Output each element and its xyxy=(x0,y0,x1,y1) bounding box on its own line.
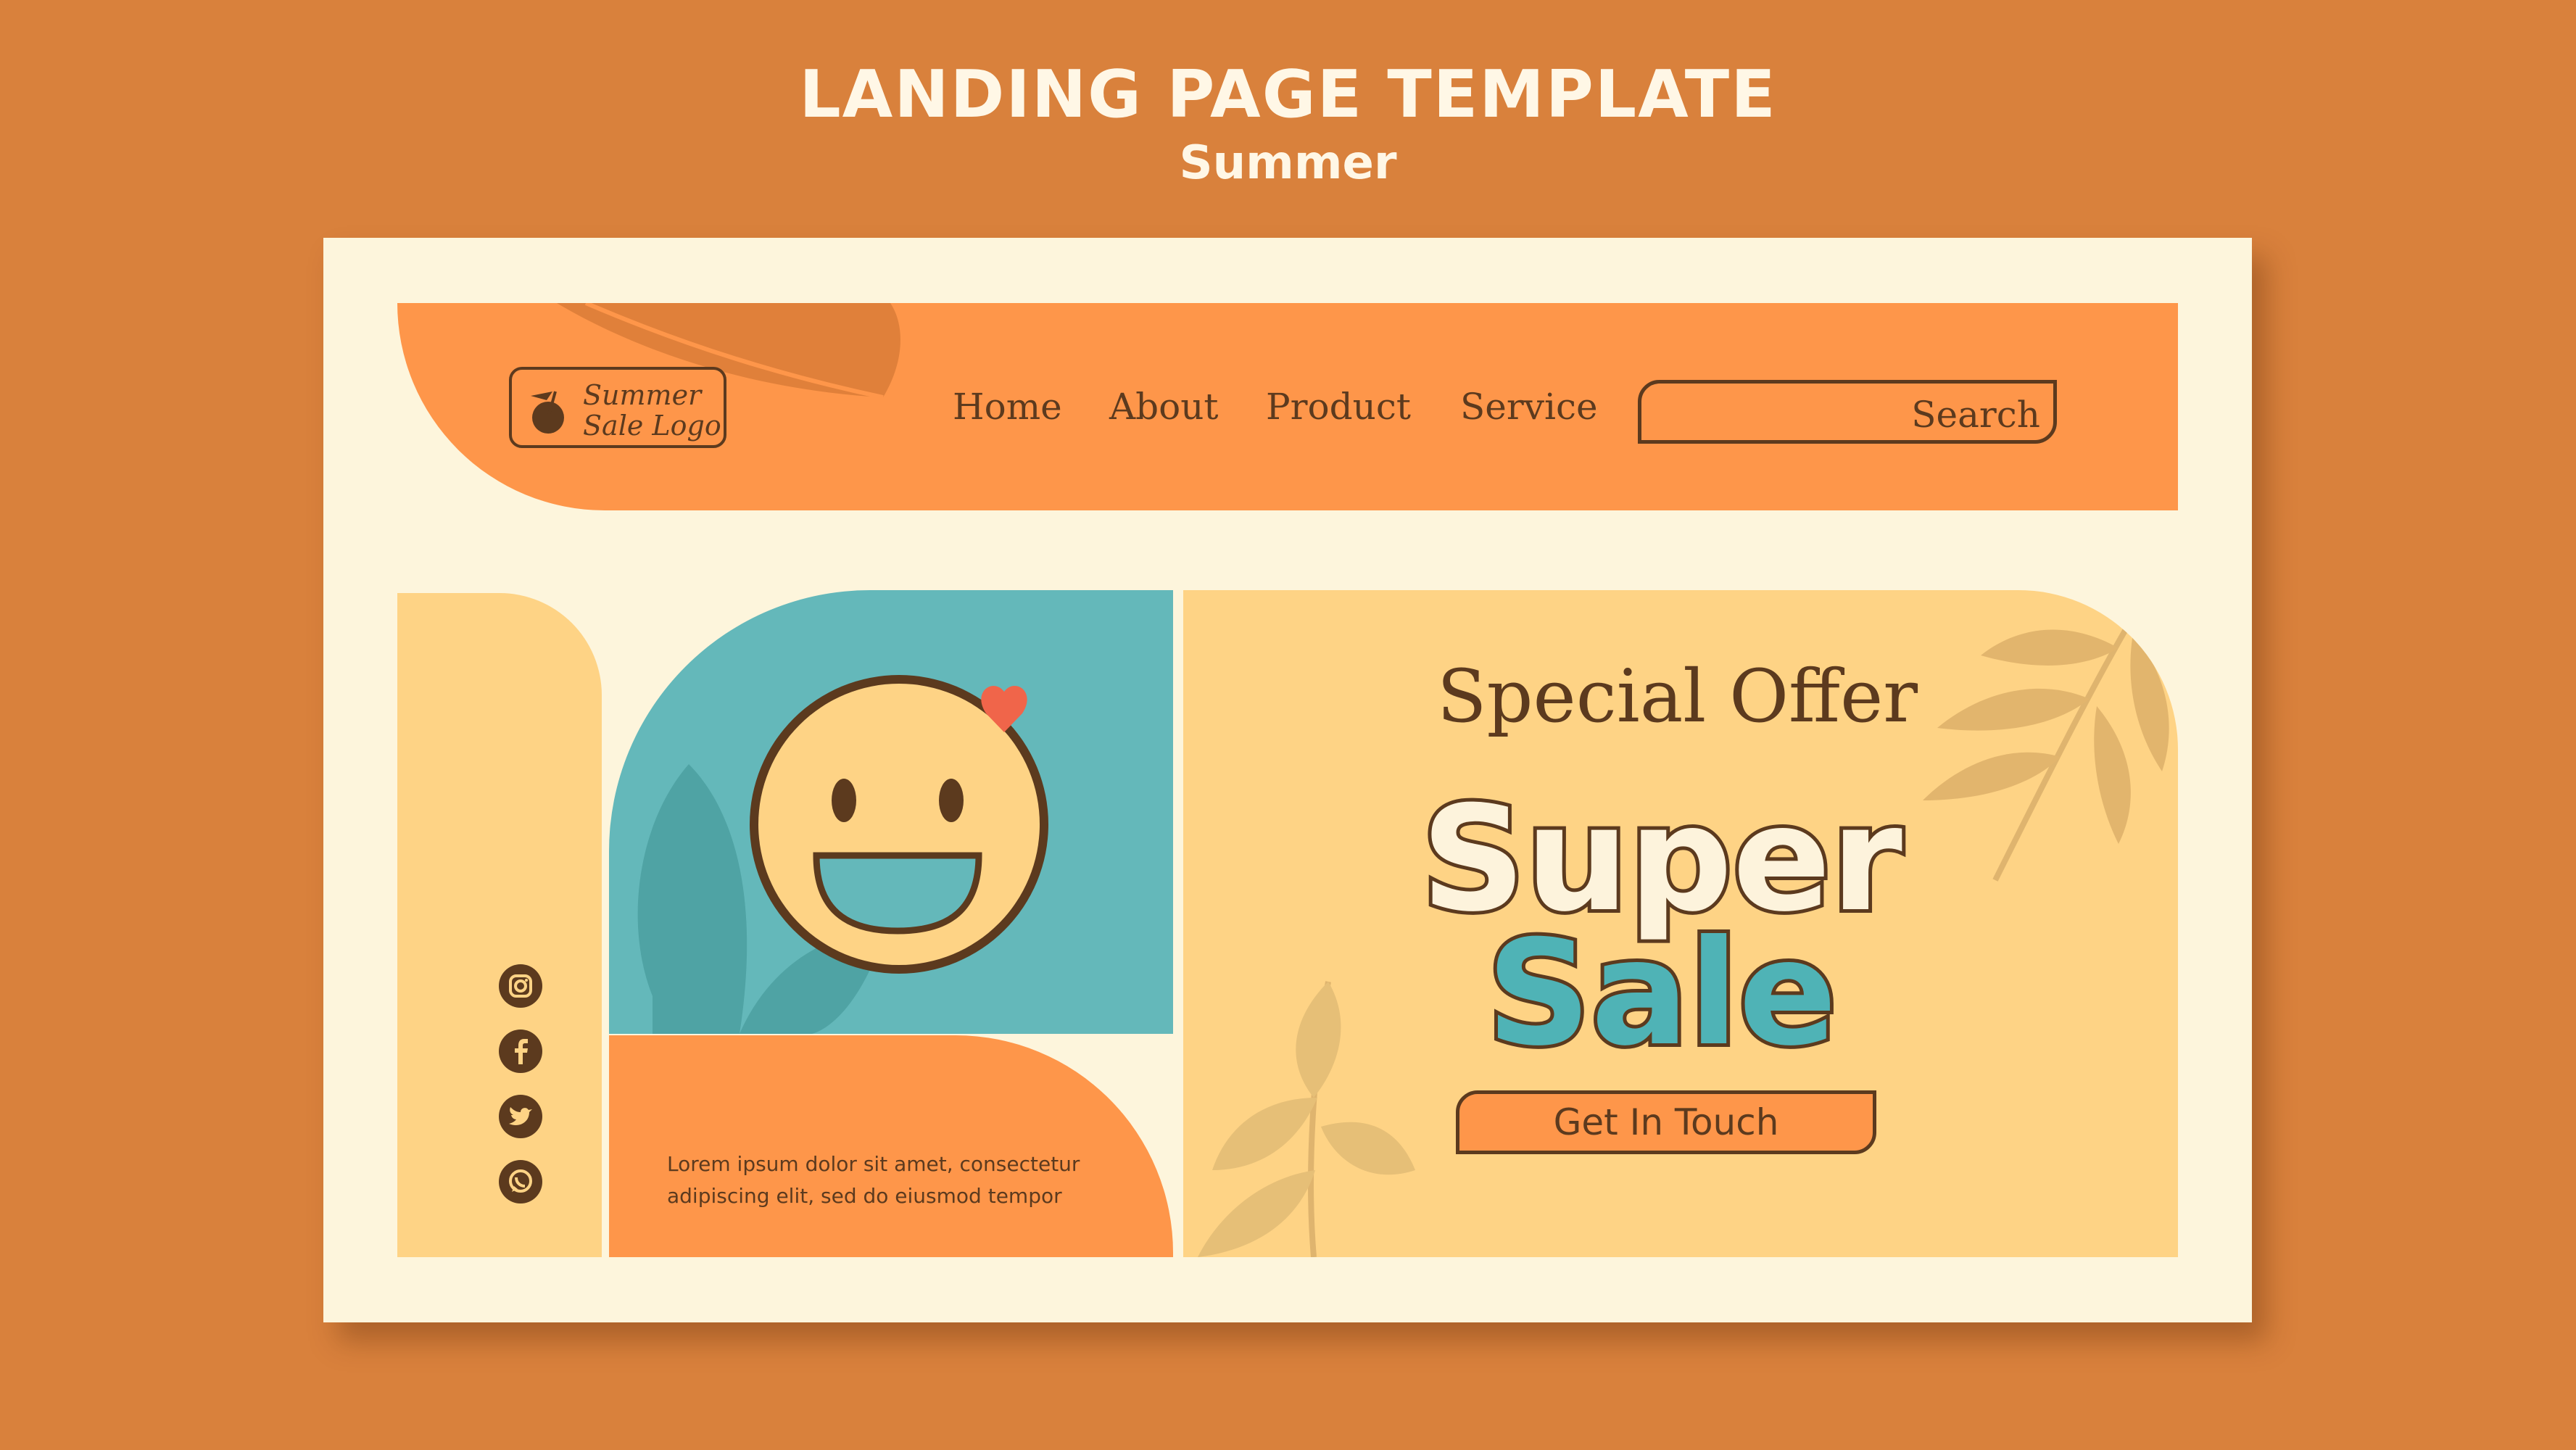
super-sale-heading: Super Sale xyxy=(1417,771,1906,1076)
logo-line-2: Sale Logo xyxy=(583,410,721,442)
description-line-1: Lorem ipsum dolor sit amet, consectetur xyxy=(667,1152,1080,1176)
facebook-icon[interactable] xyxy=(497,1028,544,1074)
nav-about[interactable]: About xyxy=(1109,386,1219,428)
landing-page-mockup: Summer Sale Logo Home About Product Serv… xyxy=(323,238,2252,1322)
get-in-touch-button[interactable]: Get In Touch xyxy=(1456,1090,1876,1154)
coconut-icon xyxy=(531,391,564,434)
hero-image xyxy=(609,590,1173,1034)
twitter-icon[interactable] xyxy=(497,1093,544,1140)
description-line-2: adipiscing elit, sed do eiusmod tempor xyxy=(667,1184,1062,1208)
text-block: Lorem ipsum dolor sit amet, consectetur … xyxy=(609,1035,1173,1257)
description-text: Lorem ipsum dolor sit amet, consectetur … xyxy=(667,1148,1131,1212)
logo-text: Summer Sale Logo xyxy=(583,380,721,441)
offer-panel: Special Offer Super Sale Get In Touch xyxy=(1183,590,2178,1257)
page-subtitle: Summer xyxy=(1179,136,1397,190)
logo[interactable]: Summer Sale Logo xyxy=(509,367,726,448)
whatsapp-icon[interactable] xyxy=(497,1159,544,1205)
smiley-illustration xyxy=(637,675,1048,1034)
search-input[interactable]: Search xyxy=(1638,380,2057,444)
instagram-icon[interactable] xyxy=(497,963,544,1009)
search-label: Search xyxy=(1911,394,2040,436)
special-offer-heading: Special Offer xyxy=(1437,654,1918,739)
logo-line-1: Summer xyxy=(583,379,702,411)
sale-text: Sale xyxy=(1486,909,1836,1076)
nav-home[interactable]: Home xyxy=(953,386,1062,428)
page-title: LANDING PAGE TEMPLATE xyxy=(799,57,1777,133)
nav-product[interactable]: Product xyxy=(1266,386,1411,428)
nav-service[interactable]: Service xyxy=(1460,386,1598,428)
sidebar xyxy=(397,593,602,1257)
